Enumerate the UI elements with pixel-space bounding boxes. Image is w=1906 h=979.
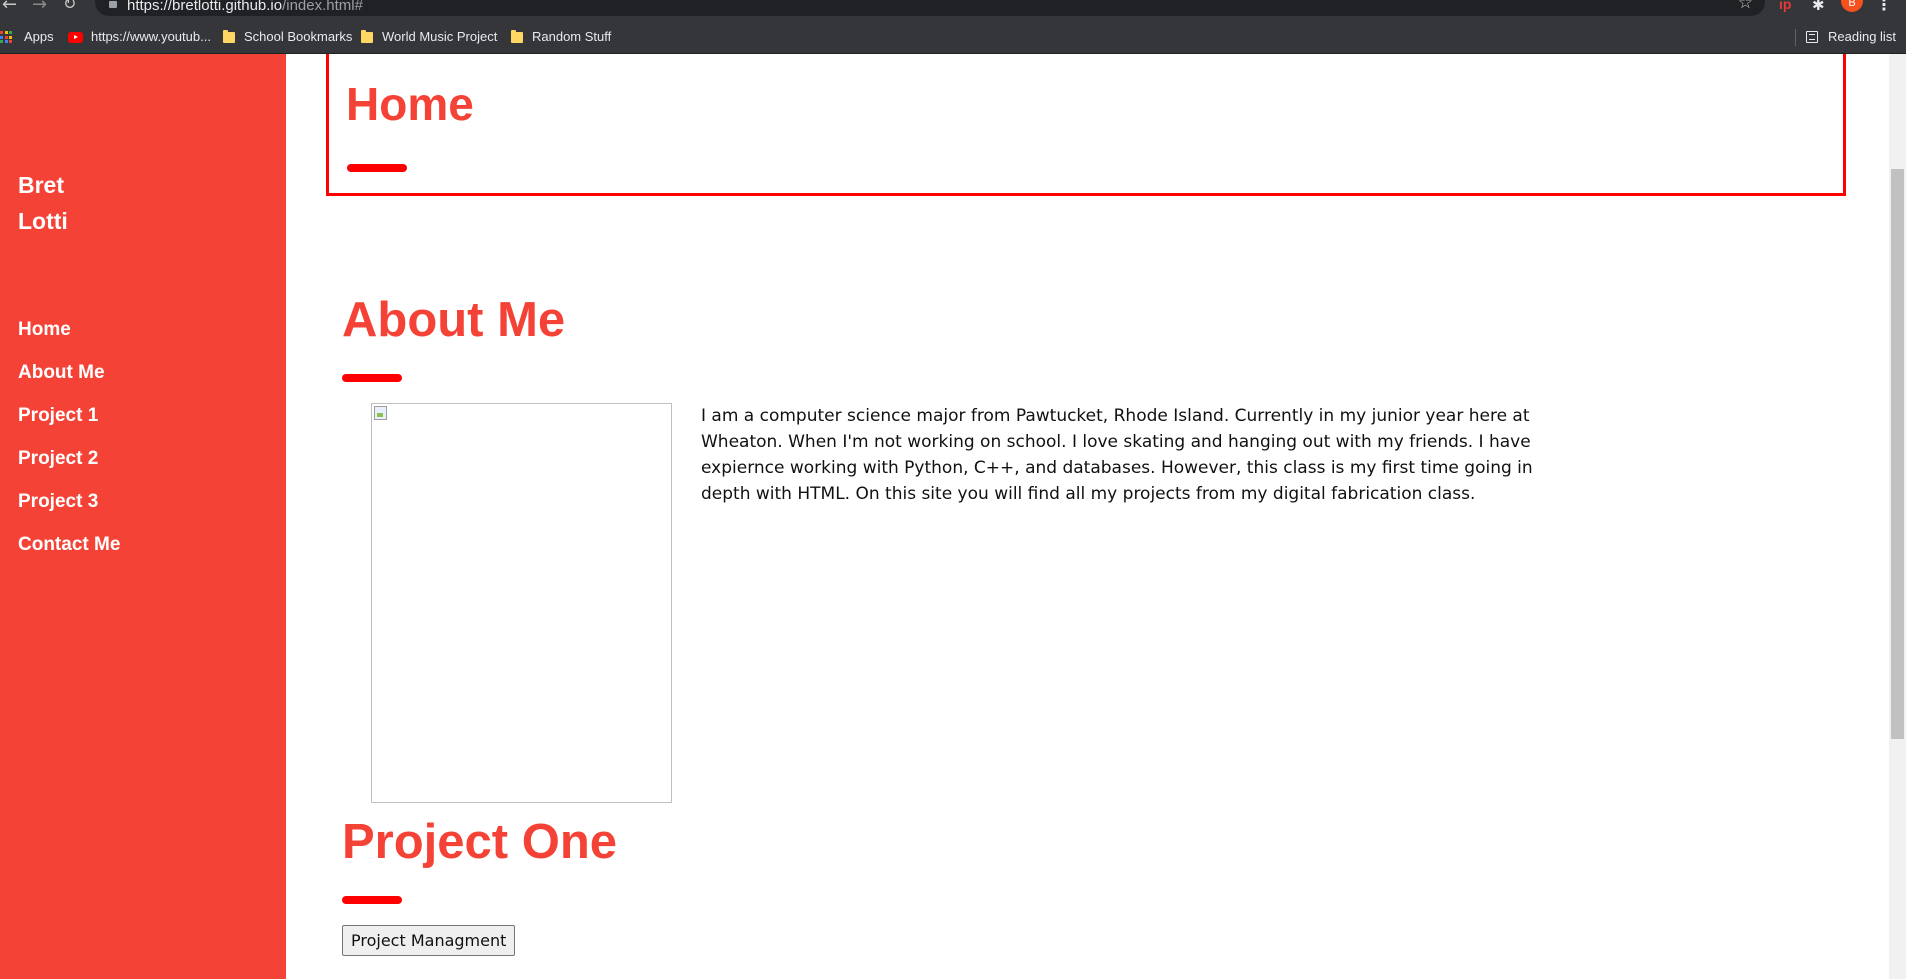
folder-icon: [223, 30, 235, 43]
apps-grid-icon: [0, 31, 12, 43]
home-title-underline: [347, 164, 407, 172]
about-text: I am a computer science major from Pawtu…: [701, 406, 1533, 504]
sidebar-item-project-1[interactable]: Project 1: [18, 394, 120, 437]
project-one-title: Project One: [342, 815, 618, 869]
scrollbar-thumb[interactable]: [1891, 169, 1904, 739]
bookmark-music[interactable]: World Music Project: [382, 20, 497, 54]
broken-image-icon: [374, 406, 387, 420]
youtube-icon: [68, 32, 83, 43]
sidebar-item-about-me[interactable]: About Me: [18, 351, 120, 394]
extension-icon[interactable]: ıp: [1779, 0, 1791, 12]
reading-list-button[interactable]: Reading list: [1828, 20, 1896, 54]
sidebar: Bret Lotti Home About Me Project 1 Proje…: [0, 54, 286, 979]
reading-list-icon: [1806, 31, 1818, 43]
sidebar-item-contact-me[interactable]: Contact Me: [18, 523, 120, 566]
sidebar-item-project-3[interactable]: Project 3: [18, 480, 120, 523]
star-icon[interactable]: ☆: [1738, 0, 1753, 13]
browser-toolbar: ← → ↻ https://bretlotti.github.io/index.…: [0, 0, 1906, 20]
project-one-title-underline: [342, 896, 402, 904]
sidebar-item-project-2[interactable]: Project 2: [18, 437, 120, 480]
lock-icon: [109, 1, 117, 8]
brand-name: Bret Lotti: [18, 167, 68, 239]
bookmark-school[interactable]: School Bookmarks: [244, 20, 352, 54]
reload-icon[interactable]: ↻: [63, 0, 76, 13]
bookmark-apps[interactable]: Apps: [24, 20, 54, 54]
about-title: About Me: [342, 293, 566, 347]
address-bar[interactable]: https://bretlotti.github.io/index.html# …: [95, 0, 1765, 16]
sidebar-nav: Home About Me Project 1 Project 2 Projec…: [18, 308, 120, 566]
puzzle-icon[interactable]: ✱: [1812, 0, 1825, 14]
about-title-underline: [342, 374, 402, 382]
scrollbar[interactable]: [1889, 54, 1906, 979]
url-host: https://bretlotti.github.io: [127, 0, 283, 14]
profile-photo: [371, 403, 672, 803]
brand-last-name: Lotti: [18, 208, 68, 234]
kebab-menu-icon[interactable]: ⋮: [1876, 0, 1892, 14]
sidebar-item-home[interactable]: Home: [18, 308, 120, 351]
bookmark-youtube[interactable]: https://www.youtub...: [91, 20, 211, 54]
brand-first-name: Bret: [18, 172, 65, 198]
forward-arrow-icon[interactable]: →: [32, 0, 47, 15]
back-arrow-icon[interactable]: ←: [2, 0, 17, 15]
folder-icon: [361, 30, 373, 43]
home-title: Home: [346, 78, 474, 130]
folder-icon: [511, 30, 523, 43]
url-text[interactable]: https://bretlotti.github.io/index.html#: [127, 0, 363, 14]
profile-avatar[interactable]: B: [1841, 0, 1863, 12]
url-path: /index.html#: [282, 0, 363, 14]
home-section: Home: [326, 54, 1846, 196]
page-viewport: Bret Lotti Home About Me Project 1 Proje…: [0, 54, 1906, 979]
project-management-button[interactable]: Project Managment: [342, 925, 516, 956]
bookmarks-bar: Apps https://www.youtub... School Bookma…: [0, 20, 1906, 54]
bookmarks-separator: [1795, 29, 1796, 46]
bookmark-random[interactable]: Random Stuff: [532, 20, 611, 54]
